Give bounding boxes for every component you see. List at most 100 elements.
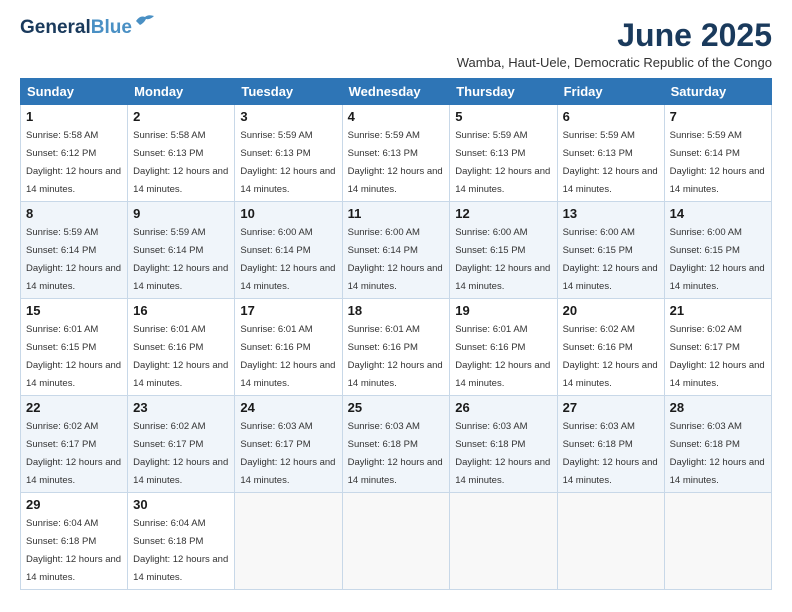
day-info: Sunrise: 6:03 AMSunset: 6:18 PMDaylight:… [670, 421, 765, 486]
day-number: 16 [133, 303, 229, 318]
day-number: 23 [133, 400, 229, 415]
day-cell-28: 28 Sunrise: 6:03 AMSunset: 6:18 PMDaylig… [664, 396, 771, 493]
week-row-4: 22 Sunrise: 6:02 AMSunset: 6:17 PMDaylig… [21, 396, 772, 493]
calendar: SundayMondayTuesdayWednesdayThursdayFrid… [20, 78, 772, 590]
day-cell-15: 15 Sunrise: 6:01 AMSunset: 6:15 PMDaylig… [21, 299, 128, 396]
day-info: Sunrise: 6:00 AMSunset: 6:14 PMDaylight:… [240, 227, 335, 292]
title-area: June 2025 Wamba, Haut-Uele, Democratic R… [457, 18, 772, 70]
col-header-friday: Friday [557, 79, 664, 105]
header: GeneralBlue June 2025 Wamba, Haut-Uele, … [20, 18, 772, 70]
logo-bird-icon [134, 13, 156, 34]
subtitle: Wamba, Haut-Uele, Democratic Republic of… [457, 55, 772, 70]
page: GeneralBlue June 2025 Wamba, Haut-Uele, … [0, 0, 792, 612]
day-info: Sunrise: 6:00 AMSunset: 6:14 PMDaylight:… [348, 227, 443, 292]
day-number: 6 [563, 109, 659, 124]
day-number: 22 [26, 400, 122, 415]
day-info: Sunrise: 6:00 AMSunset: 6:15 PMDaylight:… [670, 227, 765, 292]
week-row-3: 15 Sunrise: 6:01 AMSunset: 6:15 PMDaylig… [21, 299, 772, 396]
day-number: 25 [348, 400, 445, 415]
day-info: Sunrise: 5:59 AMSunset: 6:14 PMDaylight:… [670, 130, 765, 195]
col-header-wednesday: Wednesday [342, 79, 450, 105]
day-info: Sunrise: 6:04 AMSunset: 6:18 PMDaylight:… [26, 518, 121, 583]
day-number: 18 [348, 303, 445, 318]
day-number: 21 [670, 303, 766, 318]
col-header-sunday: Sunday [21, 79, 128, 105]
day-info: Sunrise: 6:04 AMSunset: 6:18 PMDaylight:… [133, 518, 228, 583]
col-header-saturday: Saturday [664, 79, 771, 105]
day-number: 15 [26, 303, 122, 318]
day-cell-20: 20 Sunrise: 6:02 AMSunset: 6:16 PMDaylig… [557, 299, 664, 396]
day-info: Sunrise: 5:58 AMSunset: 6:12 PMDaylight:… [26, 130, 121, 195]
empty-cell [342, 493, 450, 590]
day-number: 12 [455, 206, 551, 221]
col-header-thursday: Thursday [450, 79, 557, 105]
day-cell-21: 21 Sunrise: 6:02 AMSunset: 6:17 PMDaylig… [664, 299, 771, 396]
empty-cell [664, 493, 771, 590]
day-cell-2: 2 Sunrise: 5:58 AMSunset: 6:13 PMDayligh… [128, 105, 235, 202]
day-info: Sunrise: 5:59 AMSunset: 6:14 PMDaylight:… [26, 227, 121, 292]
week-row-5: 29 Sunrise: 6:04 AMSunset: 6:18 PMDaylig… [21, 493, 772, 590]
day-info: Sunrise: 6:03 AMSunset: 6:18 PMDaylight:… [455, 421, 550, 486]
day-cell-9: 9 Sunrise: 5:59 AMSunset: 6:14 PMDayligh… [128, 202, 235, 299]
day-cell-1: 1 Sunrise: 5:58 AMSunset: 6:12 PMDayligh… [21, 105, 128, 202]
day-number: 29 [26, 497, 122, 512]
empty-cell [235, 493, 342, 590]
day-number: 10 [240, 206, 336, 221]
day-number: 27 [563, 400, 659, 415]
day-cell-16: 16 Sunrise: 6:01 AMSunset: 6:16 PMDaylig… [128, 299, 235, 396]
day-info: Sunrise: 6:02 AMSunset: 6:16 PMDaylight:… [563, 324, 658, 389]
col-header-monday: Monday [128, 79, 235, 105]
day-info: Sunrise: 5:59 AMSunset: 6:14 PMDaylight:… [133, 227, 228, 292]
day-number: 13 [563, 206, 659, 221]
day-cell-26: 26 Sunrise: 6:03 AMSunset: 6:18 PMDaylig… [450, 396, 557, 493]
day-cell-23: 23 Sunrise: 6:02 AMSunset: 6:17 PMDaylig… [128, 396, 235, 493]
day-cell-30: 30 Sunrise: 6:04 AMSunset: 6:18 PMDaylig… [128, 493, 235, 590]
day-info: Sunrise: 6:01 AMSunset: 6:15 PMDaylight:… [26, 324, 121, 389]
day-number: 11 [348, 206, 445, 221]
day-info: Sunrise: 6:03 AMSunset: 6:18 PMDaylight:… [563, 421, 658, 486]
day-number: 8 [26, 206, 122, 221]
day-cell-5: 5 Sunrise: 5:59 AMSunset: 6:13 PMDayligh… [450, 105, 557, 202]
day-cell-6: 6 Sunrise: 5:59 AMSunset: 6:13 PMDayligh… [557, 105, 664, 202]
logo: GeneralBlue [20, 18, 156, 38]
header-row: SundayMondayTuesdayWednesdayThursdayFrid… [21, 79, 772, 105]
day-info: Sunrise: 6:02 AMSunset: 6:17 PMDaylight:… [670, 324, 765, 389]
week-row-2: 8 Sunrise: 5:59 AMSunset: 6:14 PMDayligh… [21, 202, 772, 299]
day-info: Sunrise: 6:01 AMSunset: 6:16 PMDaylight:… [348, 324, 443, 389]
day-cell-19: 19 Sunrise: 6:01 AMSunset: 6:16 PMDaylig… [450, 299, 557, 396]
day-cell-12: 12 Sunrise: 6:00 AMSunset: 6:15 PMDaylig… [450, 202, 557, 299]
day-info: Sunrise: 5:59 AMSunset: 6:13 PMDaylight:… [455, 130, 550, 195]
empty-cell [557, 493, 664, 590]
logo-text: GeneralBlue [20, 18, 132, 38]
day-cell-7: 7 Sunrise: 5:59 AMSunset: 6:14 PMDayligh… [664, 105, 771, 202]
day-number: 4 [348, 109, 445, 124]
day-number: 28 [670, 400, 766, 415]
day-number: 2 [133, 109, 229, 124]
day-info: Sunrise: 6:02 AMSunset: 6:17 PMDaylight:… [133, 421, 228, 486]
logo-blue: Blue [91, 17, 132, 38]
col-header-tuesday: Tuesday [235, 79, 342, 105]
day-cell-25: 25 Sunrise: 6:03 AMSunset: 6:18 PMDaylig… [342, 396, 450, 493]
day-cell-11: 11 Sunrise: 6:00 AMSunset: 6:14 PMDaylig… [342, 202, 450, 299]
day-cell-14: 14 Sunrise: 6:00 AMSunset: 6:15 PMDaylig… [664, 202, 771, 299]
day-number: 9 [133, 206, 229, 221]
day-number: 5 [455, 109, 551, 124]
day-cell-29: 29 Sunrise: 6:04 AMSunset: 6:18 PMDaylig… [21, 493, 128, 590]
day-info: Sunrise: 5:59 AMSunset: 6:13 PMDaylight:… [563, 130, 658, 195]
day-cell-27: 27 Sunrise: 6:03 AMSunset: 6:18 PMDaylig… [557, 396, 664, 493]
day-number: 24 [240, 400, 336, 415]
day-cell-3: 3 Sunrise: 5:59 AMSunset: 6:13 PMDayligh… [235, 105, 342, 202]
day-cell-4: 4 Sunrise: 5:59 AMSunset: 6:13 PMDayligh… [342, 105, 450, 202]
day-info: Sunrise: 5:58 AMSunset: 6:13 PMDaylight:… [133, 130, 228, 195]
day-info: Sunrise: 6:03 AMSunset: 6:17 PMDaylight:… [240, 421, 335, 486]
day-number: 19 [455, 303, 551, 318]
day-number: 1 [26, 109, 122, 124]
day-cell-13: 13 Sunrise: 6:00 AMSunset: 6:15 PMDaylig… [557, 202, 664, 299]
day-info: Sunrise: 6:02 AMSunset: 6:17 PMDaylight:… [26, 421, 121, 486]
day-number: 3 [240, 109, 336, 124]
day-cell-22: 22 Sunrise: 6:02 AMSunset: 6:17 PMDaylig… [21, 396, 128, 493]
day-cell-10: 10 Sunrise: 6:00 AMSunset: 6:14 PMDaylig… [235, 202, 342, 299]
day-info: Sunrise: 5:59 AMSunset: 6:13 PMDaylight:… [240, 130, 335, 195]
day-info: Sunrise: 6:00 AMSunset: 6:15 PMDaylight:… [455, 227, 550, 292]
day-info: Sunrise: 6:00 AMSunset: 6:15 PMDaylight:… [563, 227, 658, 292]
